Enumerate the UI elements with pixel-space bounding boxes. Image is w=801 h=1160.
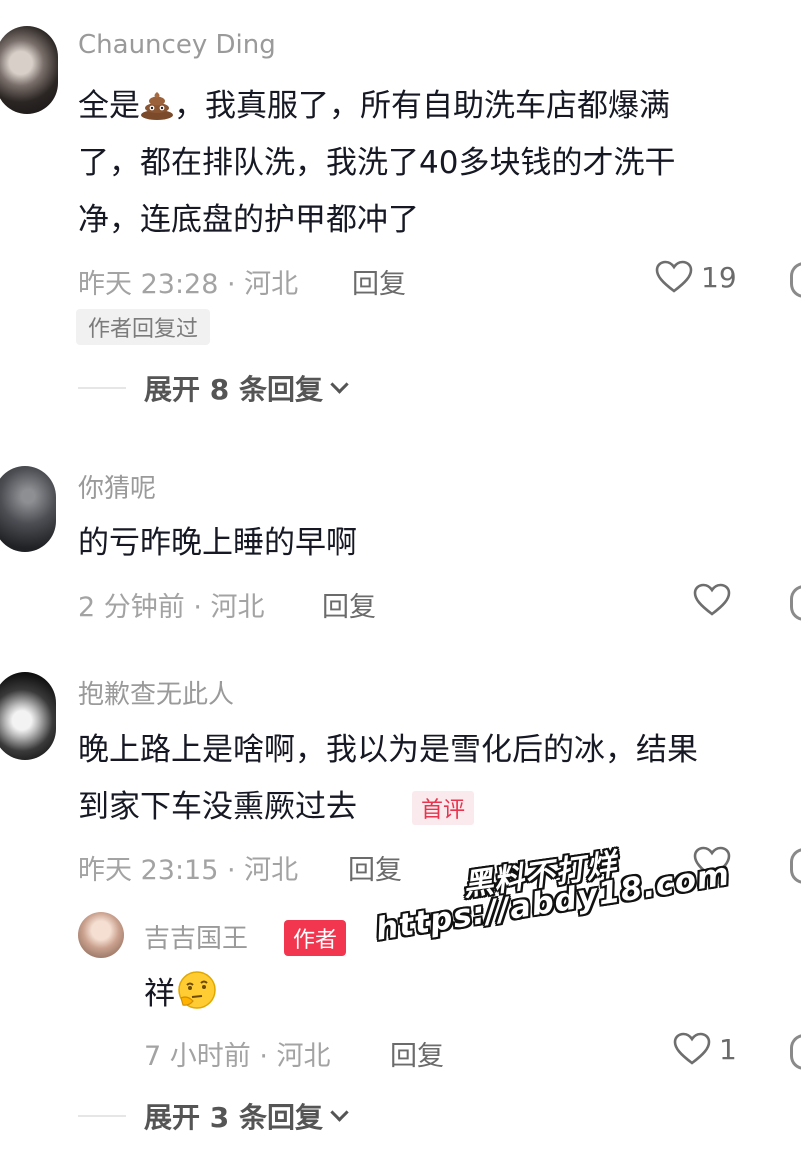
- reply-button[interactable]: 回复: [390, 1034, 444, 1073]
- comment-text-segment: ，我真服了，所有自助洗车店都爆满: [174, 88, 670, 124]
- reply-button[interactable]: 回复: [352, 262, 406, 301]
- like-button[interactable]: [693, 583, 731, 617]
- poop-emoji-icon: [141, 92, 173, 120]
- comment-meta: 昨天 23:15 · 河北: [78, 855, 299, 886]
- dislike-icon[interactable]: [790, 848, 801, 884]
- expand-replies-button[interactable]: 展开 8 条回复: [144, 368, 349, 408]
- comment-text-line: 净，连底盘的护甲都冲了: [78, 202, 419, 238]
- divider: [78, 1115, 126, 1117]
- comment-username[interactable]: 你猜呢: [78, 468, 156, 505]
- avatar[interactable]: [0, 672, 56, 760]
- comment-username[interactable]: 抱歉查无此人: [78, 674, 234, 711]
- expand-replies-label: 展开 8 条回复: [144, 373, 323, 406]
- avatar[interactable]: [0, 26, 58, 114]
- heart-icon: [693, 583, 731, 616]
- reply-button[interactable]: 回复: [348, 848, 402, 887]
- avatar[interactable]: [0, 466, 56, 552]
- reply-button[interactable]: 回复: [322, 585, 376, 624]
- expand-replies-button[interactable]: 展开 3 条回复: [144, 1096, 349, 1136]
- heart-icon: [655, 260, 693, 293]
- like-count: 1: [719, 1032, 737, 1066]
- reply-meta: 7 小时前 · 河北: [144, 1041, 331, 1072]
- like-button[interactable]: 1: [673, 1032, 737, 1066]
- expand-replies-label: 展开 3 条回复: [144, 1101, 323, 1134]
- reply-text: 祥: [144, 966, 219, 1023]
- dislike-icon[interactable]: [790, 1034, 801, 1070]
- chevron-down-icon: [330, 1102, 349, 1122]
- reply-text-segment: 祥: [144, 976, 175, 1012]
- dislike-icon[interactable]: [790, 585, 801, 621]
- divider: [78, 387, 126, 389]
- comment-text: 的亏昨晚上睡的早啊: [78, 525, 357, 561]
- avatar[interactable]: [78, 912, 124, 958]
- comment-text: 全是 ，我真服了，所有自助洗车店都爆满 了，都在排队洗，我洗了40多块钱的才洗干…: [78, 78, 798, 249]
- heart-icon: [673, 1032, 711, 1065]
- author-replied-tag: 作者回复过: [76, 309, 211, 345]
- reply-username[interactable]: 吉吉国王: [144, 918, 248, 955]
- comment-meta: 2 分钟前 · 河北: [78, 592, 265, 623]
- comment-username[interactable]: Chauncey Ding: [78, 30, 276, 60]
- like-count: 19: [701, 260, 737, 294]
- author-badge: 作者: [284, 920, 347, 956]
- comment-meta: 昨天 23:28 · 河北: [78, 269, 299, 300]
- comment-text-line: 了，都在排队洗，我洗了40多块钱的才洗干: [78, 145, 676, 181]
- thinking-face-emoji-icon: [178, 971, 216, 1009]
- like-button[interactable]: 19: [655, 260, 737, 294]
- first-comment-badge: 首评: [412, 791, 475, 825]
- chevron-down-icon: [330, 374, 349, 394]
- comment-text-segment: 全是: [78, 88, 140, 124]
- dislike-icon[interactable]: [790, 262, 801, 298]
- comment-text-line: 晚上路上是啥啊，我以为是雪化后的冰，结果: [78, 732, 698, 768]
